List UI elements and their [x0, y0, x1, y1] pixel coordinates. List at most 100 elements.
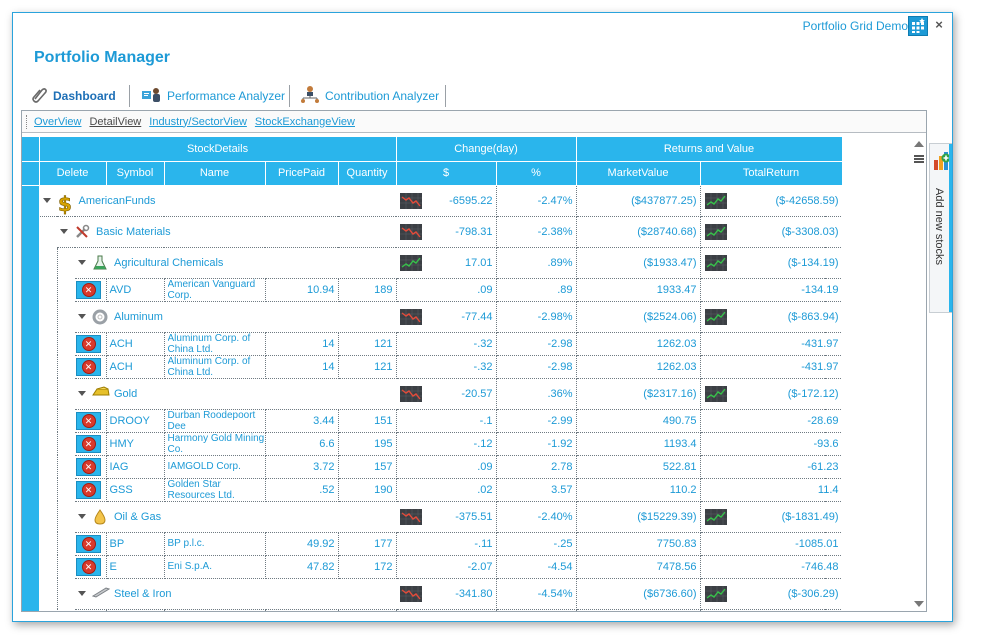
stock-row[interactable]: ✕ IAG IAMGOLD Corp. 3.72 157.09 2.78 522.81 -61…: [22, 455, 842, 479]
delete-x-icon: ✕: [81, 282, 96, 297]
delete-x-icon: ✕: [81, 559, 96, 574]
ring-icon: [92, 309, 108, 325]
tree-guide: [56, 501, 75, 532]
delete-button[interactable]: ✕: [76, 534, 101, 553]
collapse-caret-icon[interactable]: [42, 198, 51, 203]
delete-cell: ✕: [75, 478, 107, 502]
delete-button[interactable]: ✕: [76, 612, 101, 613]
col-header-pricepaid[interactable]: PricePaid: [265, 161, 339, 186]
total-return-cell: -28.69: [700, 409, 842, 433]
col-header-name[interactable]: Name: [164, 161, 266, 186]
col-header-symbol[interactable]: Symbol: [106, 161, 165, 186]
group-total-return: ($-1831.49): [781, 510, 839, 523]
sparkline-icon: [704, 385, 727, 402]
vertical-scrollbar[interactable]: [912, 137, 926, 611]
view-link-stock-exchange[interactable]: StockExchangeView: [255, 116, 355, 128]
group-total-return: ($-863.94): [787, 310, 839, 323]
view-link-industry-sector[interactable]: Industry/SectorView: [149, 116, 247, 128]
group-header-returns: Returns and Value: [576, 137, 842, 162]
row-indicator: [22, 555, 40, 578]
market-value-cell: 1933.47: [576, 278, 701, 302]
change-dollar-cell: -.11: [396, 532, 497, 556]
row-indicator: [22, 578, 40, 609]
tree-guide: [56, 555, 75, 578]
group-change-pct: -2.47%: [496, 185, 577, 217]
symbol-cell: IAG: [106, 455, 165, 479]
group-row[interactable]: Basic Materials -798.31 -2.38% ($28740.68) (…: [22, 216, 842, 248]
view-link-detailview[interactable]: DetailView: [89, 116, 141, 128]
tree-guide: [38, 409, 57, 432]
group-change-dollar: -375.51: [455, 510, 493, 523]
stock-row[interactable]: ✕ AVD American Vanguard Corp. 10.94 189.09.8…: [22, 278, 842, 302]
row-indicator: [22, 301, 40, 332]
group-header-change: Change(day): [396, 137, 577, 162]
stock-row[interactable]: ✕ FRDFriedman Industries5.5190-.24-4.7925…: [22, 609, 842, 613]
change-dollar-cell: -.32: [396, 355, 497, 379]
tree-guide: [56, 478, 75, 501]
stock-row[interactable]: ✕ ACH Aluminum Corp. of China Ltd. 14 121 -.3…: [22, 355, 842, 379]
view-link-overview[interactable]: OverView: [34, 116, 81, 128]
window-header: Portfolio Grid Demo ×: [13, 13, 952, 41]
delete-button[interactable]: ✕: [76, 411, 101, 430]
stock-row[interactable]: ✕ BP BP p.l.c. 49.92 177 -.11 -.25 7750.83 -1085…: [22, 532, 842, 556]
group-market-value: ($6736.60): [576, 578, 701, 610]
change-pct-cell: .89: [496, 278, 577, 302]
collapse-caret-icon[interactable]: [78, 314, 86, 319]
scroll-up-arrow-icon[interactable]: [914, 141, 924, 147]
quantity-cell: 121: [338, 355, 397, 379]
group-row[interactable]: Oil & Gas -375.51 -2.40% ($15229.39) ($-1831…: [22, 501, 842, 533]
group-row[interactable]: Agricultural Chemicals 17.01.89% ($1933.47…: [22, 247, 842, 279]
add-new-stocks-tab[interactable]: Add new stocks: [929, 143, 952, 313]
collapse-caret-icon[interactable]: [78, 591, 86, 596]
stock-row[interactable]: ✕ GSS Golden Star Resources Ltd. .52 190.02 3…: [22, 478, 842, 502]
stock-row[interactable]: ✕ DROOY Durban Roodepoort Dee 3.44 151 -.1 -2.…: [22, 409, 842, 433]
col-header-change-pct[interactable]: %: [496, 161, 577, 186]
grid-icon[interactable]: [908, 16, 928, 36]
group-row[interactable]: Aluminum -77.44 -2.98% ($2524.06) ($-863.94): [22, 301, 842, 333]
col-header-totalreturn[interactable]: TotalReturn: [700, 161, 842, 186]
col-header-delete[interactable]: Delete: [39, 161, 107, 186]
scroll-down-arrow-icon[interactable]: [914, 601, 924, 607]
market-value-cell: 1262.03: [576, 355, 701, 379]
delete-button[interactable]: ✕: [76, 334, 101, 353]
delete-button[interactable]: ✕: [76, 557, 101, 576]
stock-name: American Vanguard Corp.: [167, 278, 256, 301]
stock-row[interactable]: ✕ ACH Aluminum Corp. of China Ltd. 14 121 -.3…: [22, 332, 842, 356]
group-change-dollar-cell: -375.51: [396, 501, 497, 533]
group-label: Basic Materials: [96, 225, 171, 238]
group-market-value: ($15229.39): [576, 501, 701, 533]
stock-row[interactable]: ✕ E Eni S.p.A. 47.82 172 -2.07 -4.54 7478.56 -74…: [22, 555, 842, 579]
group-row[interactable]: Gold -20.57.36% ($2317.16) ($-172.12): [22, 378, 842, 410]
price-paid-cell: 14: [265, 332, 339, 356]
group-header-stockdetails: StockDetails: [39, 137, 397, 162]
group-total-return-cell: ($-306.29): [700, 578, 842, 610]
collapse-caret-icon[interactable]: [78, 391, 86, 396]
delete-button[interactable]: ✕: [76, 480, 101, 499]
delete-button[interactable]: ✕: [76, 280, 101, 299]
group-row[interactable]: Steel & Iron -341.80 -4.54% ($6736.60) ($-30…: [22, 578, 842, 610]
tab-dashboard[interactable]: Dashboard: [25, 83, 116, 109]
page-title: Portfolio Manager: [34, 49, 171, 66]
symbol-cell: ACH: [106, 332, 165, 356]
stock-row[interactable]: ✕ HMY Harmony Gold Mining Co. 6.6 195 -.12 -1.…: [22, 432, 842, 456]
group-row[interactable]: $ AmericanFunds -6595.22 -2.47% ($437877.25)…: [22, 185, 842, 217]
collapse-caret-icon[interactable]: [78, 260, 86, 265]
collapse-caret-icon[interactable]: [78, 514, 86, 519]
close-button[interactable]: ×: [932, 17, 946, 33]
group-change-dollar-cell: -798.31: [396, 216, 497, 248]
group-change-dollar: -341.80: [455, 587, 493, 600]
scroll-thumb[interactable]: [914, 155, 924, 163]
analyst-icon: [141, 85, 163, 108]
delete-button[interactable]: ✕: [76, 357, 101, 376]
col-header-marketvalue[interactable]: MarketValue: [576, 161, 701, 186]
delete-cell: ✕: [75, 409, 107, 433]
col-header-quantity[interactable]: Quantity: [338, 161, 397, 186]
delete-button[interactable]: ✕: [76, 457, 101, 476]
col-header-change-dollar[interactable]: $: [396, 161, 497, 186]
tab-performance-analyzer[interactable]: Performance Analyzer: [137, 83, 285, 109]
dashboard-panel: OverView DetailView Industry/SectorView …: [21, 110, 927, 612]
change-dollar-cell: .09: [396, 455, 497, 479]
tab-contribution-analyzer[interactable]: Contribution Analyzer: [295, 83, 439, 109]
delete-button[interactable]: ✕: [76, 434, 101, 453]
collapse-caret-icon[interactable]: [60, 229, 68, 234]
